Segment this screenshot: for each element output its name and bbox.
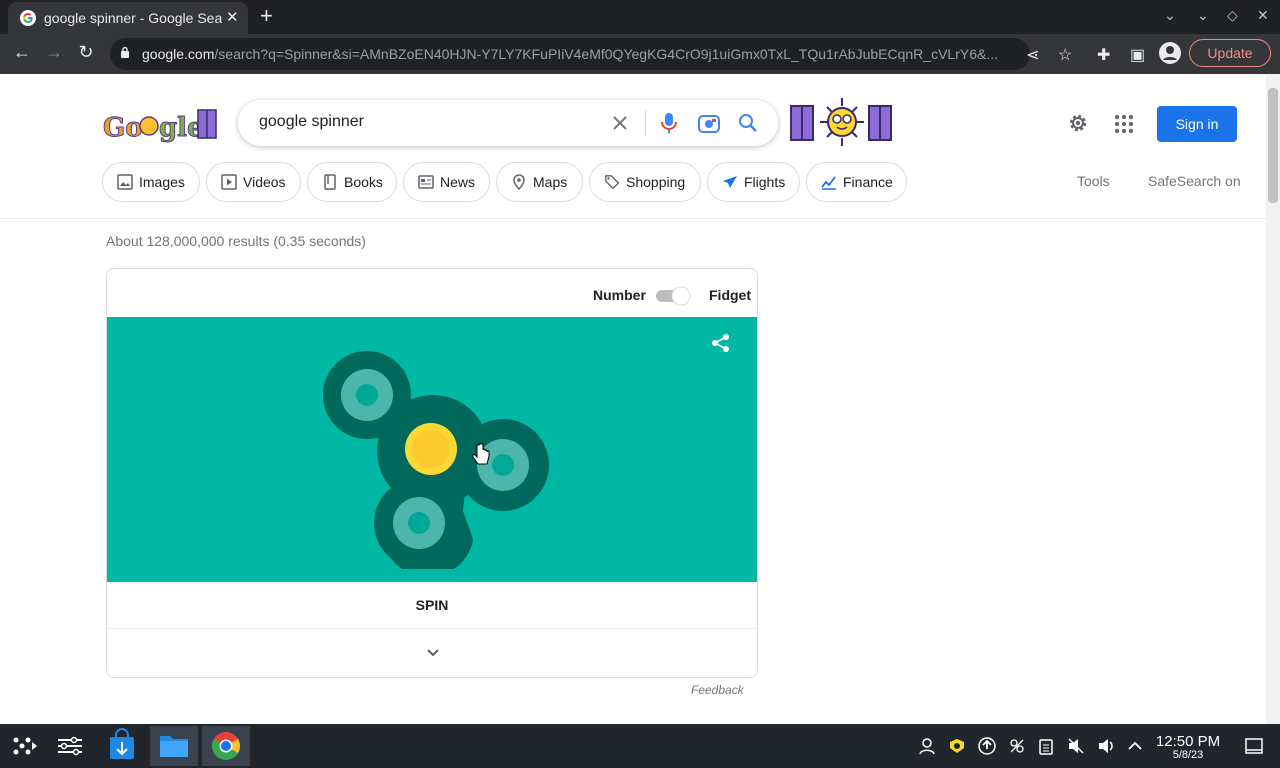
address-bar[interactable]: google.com/search?q=Spinner&si=AMnBZoEN4… — [110, 38, 1030, 70]
result-stats: About 128,000,000 results (0.35 seconds) — [106, 233, 366, 249]
google-doodle-logo[interactable]: Go gle — [103, 102, 221, 146]
book-icon — [324, 174, 336, 190]
user-tray-icon[interactable] — [918, 737, 936, 755]
update-button[interactable]: Update — [1189, 39, 1271, 67]
chip-flights[interactable]: Flights — [707, 162, 800, 202]
tab-close-icon[interactable]: ✕ — [226, 8, 239, 26]
search-input[interactable]: google spinner — [259, 113, 364, 131]
back-icon[interactable]: ← — [10, 42, 34, 63]
camera-lens-icon[interactable] — [698, 113, 720, 133]
browser-tab[interactable]: google spinner - Google Search ✕ — [8, 2, 248, 34]
window-close-icon[interactable]: ✕ — [1257, 7, 1269, 24]
chip-news[interactable]: News — [403, 162, 490, 202]
mode-toggle-switch[interactable] — [655, 286, 691, 306]
chip-label: Flights — [744, 174, 786, 190]
newspaper-icon — [418, 175, 434, 189]
scrollbar-thumb[interactable] — [1268, 88, 1278, 203]
chart-icon — [821, 176, 836, 190]
chip-label: Shopping — [626, 174, 686, 190]
clock-date[interactable]: 5/8/23 — [1152, 749, 1224, 761]
muted-speaker-tray-icon[interactable] — [1067, 737, 1085, 755]
image-icon — [117, 174, 133, 190]
spinner-widget: Number Fidget SPIN — [106, 268, 758, 678]
browser-tab-bar: google spinner - Google Search ✕ + ⌄ ⌄ ◇… — [0, 0, 1280, 34]
chevron-down-icon — [427, 649, 439, 657]
chip-shopping[interactable]: Shopping — [589, 162, 701, 202]
lock-icon — [121, 46, 129, 58]
chip-label: News — [440, 174, 476, 190]
os-taskbar: 12:50 PM 5/8/23 — [0, 724, 1280, 768]
chip-label: Finance — [843, 174, 893, 190]
clipboard-tray-icon[interactable] — [1037, 737, 1055, 755]
svg-text:Go: Go — [103, 113, 143, 143]
chip-finance[interactable]: Finance — [806, 162, 907, 202]
profile-icon[interactable] — [1159, 42, 1181, 69]
mode-fidget-label[interactable]: Fidget — [709, 287, 751, 303]
chip-maps[interactable]: Maps — [496, 162, 583, 202]
show-desktop-icon[interactable] — [1245, 737, 1263, 755]
google-favicon-icon — [20, 10, 36, 26]
reload-icon[interactable]: ↻ — [74, 42, 98, 63]
svg-text:gle: gle — [159, 113, 204, 143]
side-panel-icon[interactable]: ▣ — [1130, 45, 1145, 65]
minimize-icon[interactable]: ⌄ — [1197, 7, 1209, 24]
map-pin-icon — [513, 174, 525, 190]
chip-label: Maps — [533, 174, 568, 190]
search-box-divider — [645, 110, 646, 136]
doodle-books-sun-icon — [790, 98, 892, 146]
clock-time[interactable]: 12:50 PM — [1152, 733, 1224, 750]
restore-icon[interactable]: ◇ — [1227, 7, 1238, 24]
header-divider — [0, 218, 1266, 219]
browser-toolbar: ← → ↻ google.com/search?q=Spinner&si=AMn… — [0, 34, 1280, 74]
forward-icon[interactable]: → — [42, 42, 66, 63]
clear-icon[interactable] — [612, 115, 628, 131]
tag-icon — [605, 175, 620, 190]
url-text: google.com/search?q=Spinner&si=AMnBZoEN4… — [142, 46, 998, 62]
volume-tray-icon[interactable] — [1097, 737, 1115, 755]
expand-button[interactable] — [107, 629, 757, 677]
chip-books[interactable]: Books — [307, 162, 397, 202]
play-icon — [221, 174, 237, 190]
chevron-up-icon[interactable] — [1126, 737, 1144, 755]
share-page-icon[interactable]: ⋖ — [1026, 45, 1039, 65]
chip-label: Videos — [243, 174, 286, 190]
google-apps-icon[interactable] — [1114, 114, 1134, 134]
app-launcher-icon[interactable] — [0, 726, 48, 766]
search-results-page: Go gle google spinner Sign in Images Vid… — [0, 74, 1266, 724]
hand-cursor-icon — [472, 443, 490, 465]
game-tray-icon[interactable] — [948, 737, 966, 755]
new-tab-icon[interactable]: + — [260, 3, 273, 29]
extensions-icon[interactable]: ✚ — [1097, 45, 1110, 65]
microphone-icon[interactable] — [661, 112, 677, 134]
fidget-spinner[interactable] — [323, 351, 549, 569]
chip-label: Books — [344, 174, 383, 190]
app-store-icon[interactable] — [98, 726, 146, 766]
mode-number-label[interactable]: Number — [593, 287, 646, 303]
feedback-link[interactable]: Feedback — [691, 683, 744, 697]
tab-title: google spinner - Google Search — [44, 10, 222, 26]
search-icon[interactable] — [738, 113, 758, 133]
spin-button[interactable]: SPIN — [107, 582, 757, 629]
plane-icon — [723, 176, 737, 188]
tools-link[interactable]: Tools — [1077, 173, 1110, 189]
sign-in-button[interactable]: Sign in — [1157, 106, 1237, 142]
safesearch-link[interactable]: SafeSearch on — [1148, 173, 1241, 189]
chrome-browser-icon[interactable] — [202, 726, 250, 766]
share-icon[interactable] — [711, 333, 731, 353]
settings-gear-icon[interactable] — [1066, 111, 1090, 135]
search-box[interactable]: google spinner — [238, 100, 778, 146]
chip-images[interactable]: Images — [102, 162, 200, 202]
network-tray-icon[interactable] — [1008, 737, 1026, 755]
file-manager-icon[interactable] — [150, 726, 198, 766]
update-tray-icon[interactable] — [978, 737, 996, 755]
chip-label: Images — [139, 174, 185, 190]
tab-search-icon[interactable]: ⌄ — [1164, 7, 1176, 24]
bookmark-star-icon[interactable]: ☆ — [1058, 45, 1072, 65]
system-settings-icon[interactable] — [46, 726, 94, 766]
chip-videos[interactable]: Videos — [206, 162, 301, 202]
spinner-canvas[interactable] — [107, 317, 757, 582]
